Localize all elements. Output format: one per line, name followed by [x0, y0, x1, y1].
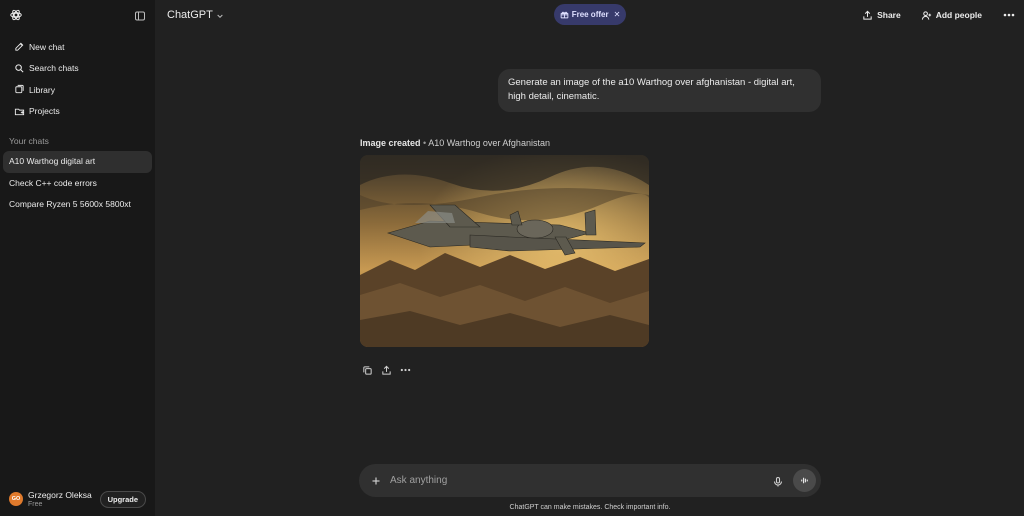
close-icon[interactable]: ✕ — [614, 10, 621, 19]
your-chats-heading: Your chats — [9, 136, 49, 146]
disclaimer-text: ChatGPT can make mistakes. Check importa… — [509, 504, 671, 511]
voice-waveform-icon — [801, 477, 808, 484]
share-icon — [862, 10, 873, 21]
sidebar-item-label: Search chats — [29, 63, 79, 74]
share-icon[interactable] — [379, 363, 393, 377]
free-offer-badge[interactable]: Free offer ✕ — [554, 4, 626, 25]
sidebar-item-label: New chat — [29, 41, 65, 52]
user-info: Grzegorz Oleksa Free — [28, 490, 100, 509]
image-status: Image created — [360, 138, 421, 148]
sidebar-item-label: Projects — [29, 106, 60, 117]
top-actions: Share Add people — [862, 0, 1024, 30]
openai-logo-icon[interactable] — [9, 8, 23, 22]
projects-icon — [13, 105, 25, 117]
upgrade-button[interactable]: Upgrade — [99, 490, 146, 508]
caption-separator: • — [423, 138, 427, 148]
search-icon — [13, 62, 25, 74]
gift-icon — [560, 10, 569, 19]
sidebar-item-search-chats[interactable]: Search chats — [3, 58, 152, 80]
chat-composer[interactable]: Ask anything — [359, 464, 821, 497]
new-chat-icon — [13, 41, 25, 53]
user-message-bubble: Generate an image of the a10 Warthog ove… — [498, 69, 821, 112]
sidebar-item-new-chat[interactable]: New chat — [3, 36, 152, 58]
sidebar-toggle-icon[interactable] — [134, 9, 146, 21]
sidebar-top — [0, 0, 155, 30]
microphone-icon[interactable] — [772, 475, 784, 487]
sidebar-menu: New chat Search chats Library Projects — [0, 36, 155, 122]
share-label: Share — [877, 10, 901, 20]
more-options-icon[interactable] — [398, 363, 412, 377]
voice-mode-button[interactable] — [793, 469, 816, 492]
share-button[interactable]: Share — [862, 10, 901, 21]
add-people-label: Add people — [935, 10, 982, 20]
main-area: ChatGPT Free offer ✕ Share Add people Ge… — [155, 0, 1024, 516]
sidebar-item-projects[interactable]: Projects — [3, 101, 152, 123]
chat-history-item[interactable]: Check C++ code errors — [3, 173, 152, 195]
avatar[interactable]: GO — [9, 492, 23, 506]
free-offer-label: Free offer — [571, 10, 609, 19]
library-icon — [13, 84, 25, 96]
add-people-button[interactable]: Add people — [921, 10, 982, 21]
top-bar: ChatGPT Free offer ✕ Share Add people — [155, 0, 1024, 30]
chat-history-list: A10 Warthog digital art Check C++ code e… — [0, 151, 155, 216]
model-name: ChatGPT — [167, 9, 213, 21]
chat-history-item[interactable]: Compare Ryzen 5 5600x 5800xt — [3, 194, 152, 216]
user-plan: Free — [28, 500, 43, 508]
user-profile[interactable]: GO Grzegorz Oleksa Free Upgrade — [0, 482, 155, 516]
image-title: A10 Warthog over Afghanistan — [428, 138, 550, 148]
app: New chat Search chats Library Projects Y… — [0, 0, 1024, 516]
chevron-down-icon — [216, 11, 224, 19]
user-name: Grzegorz Oleksa — [28, 489, 92, 500]
copy-icon[interactable] — [360, 363, 374, 377]
message-actions — [360, 363, 417, 377]
ask-anything-input[interactable]: Ask anything — [390, 475, 772, 486]
image-caption: Image created • A10 Warthog over Afghani… — [360, 138, 550, 148]
sidebar: New chat Search chats Library Projects Y… — [0, 0, 155, 516]
generated-image[interactable] — [360, 155, 649, 347]
sidebar-item-library[interactable]: Library — [3, 79, 152, 101]
model-selector[interactable]: ChatGPT — [167, 9, 224, 21]
add-person-icon — [921, 10, 932, 21]
chat-history-item-active[interactable]: A10 Warthog digital art — [3, 151, 152, 173]
sidebar-item-label: Library — [29, 84, 55, 95]
more-options-icon[interactable] — [1002, 8, 1016, 22]
plus-icon[interactable] — [369, 474, 383, 488]
